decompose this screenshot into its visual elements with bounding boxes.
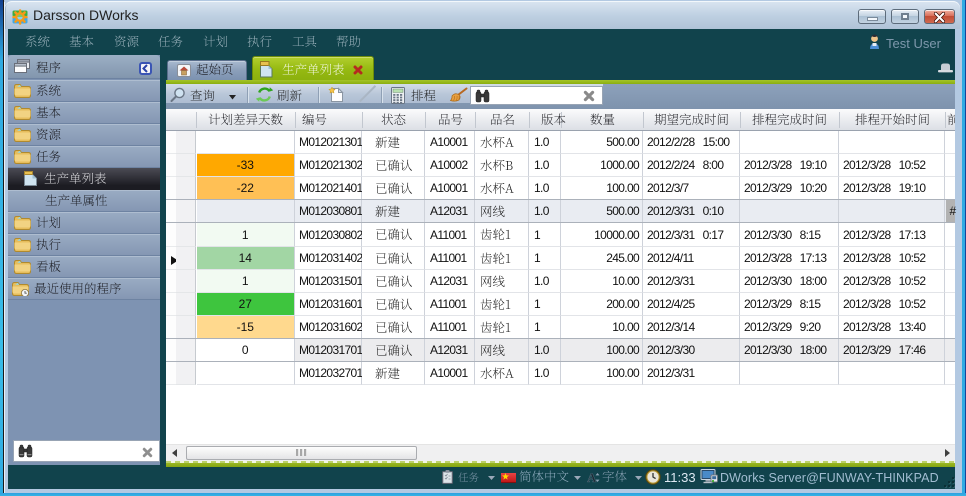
svg-text:A: A [587,471,597,484]
